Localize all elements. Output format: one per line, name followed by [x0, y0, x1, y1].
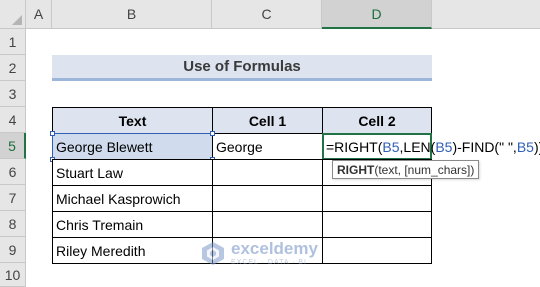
row-header-4[interactable]: 4 [0, 107, 26, 133]
header-cell-text[interactable]: Text [52, 107, 213, 134]
row-header-9[interactable]: 9 [0, 237, 26, 263]
tooltip-function-name[interactable]: RIGHT [337, 163, 374, 177]
select-all-button[interactable] [0, 0, 26, 29]
row-header-1[interactable]: 1 [0, 29, 26, 55]
cell-c7[interactable] [212, 185, 323, 212]
row-header-6[interactable]: 6 [0, 159, 26, 185]
cell-c6[interactable] [212, 159, 323, 186]
column-header-d[interactable]: D [322, 0, 432, 29]
formula-ref-2: B5 [435, 138, 453, 155]
exceldemy-watermark: exceldemy EXCEL · DATA · BI [200, 240, 318, 266]
cell-d8[interactable] [322, 211, 432, 238]
cell-c5[interactable]: George [212, 133, 323, 160]
cell-d9[interactable] [322, 237, 432, 264]
selection-handle-tl[interactable] [50, 131, 55, 136]
row-header-3[interactable]: 3 [0, 81, 26, 107]
cell-b9[interactable]: Riley Meredith [52, 237, 213, 264]
formula-part-1: =RIGHT( [326, 138, 383, 155]
cell-b7[interactable]: Michael Kasprowich [52, 185, 213, 212]
cell-d5-editing[interactable]: =RIGHT(B5,LEN(B5)-FIND(" ",B5)) [322, 133, 540, 160]
cell-b6[interactable]: Stuart Law [52, 159, 213, 186]
cell-c8[interactable] [212, 211, 323, 238]
row-header-10[interactable]: 10 [0, 263, 26, 287]
cell-b8[interactable]: Chris Tremain [52, 211, 213, 238]
tooltip-function-args: (text, [num_chars]) [374, 162, 475, 177]
formula-ref-1: B5 [382, 138, 400, 155]
row-header-7[interactable]: 7 [0, 185, 26, 211]
selection-handle-tr[interactable] [210, 131, 215, 136]
formula-part-2: ,LEN( [399, 138, 436, 155]
column-header-empty [432, 0, 540, 29]
header-cell-cell1[interactable]: Cell 1 [212, 107, 323, 134]
formula-ref-3: B5 [516, 138, 534, 155]
column-header-a[interactable]: A [26, 0, 52, 29]
row-header-2[interactable]: 2 [0, 55, 26, 81]
watermark-name: exceldemy [231, 239, 318, 258]
cell-d7[interactable] [322, 185, 432, 212]
function-tooltip[interactable]: RIGHT (text, [num_chars]) [332, 160, 480, 179]
row-header-8[interactable]: 8 [0, 211, 26, 237]
spreadsheet: A B C D 1 2 3 4 5 6 7 8 9 10 Use of Form… [0, 0, 540, 287]
header-cell-cell2[interactable]: Cell 2 [322, 107, 432, 134]
cell-b5[interactable]: George Blewett [52, 133, 213, 160]
column-header-b[interactable]: B [52, 0, 212, 29]
exceldemy-logo-icon [202, 242, 224, 265]
sheet-title[interactable]: Use of Formulas [52, 55, 432, 81]
watermark-tagline: EXCEL · DATA · BI [231, 259, 307, 266]
select-all-triangle-icon [12, 15, 22, 25]
formula-part-3: )-FIND(" ", [452, 138, 517, 155]
formula-part-4: )) [533, 138, 540, 155]
row-header-5[interactable]: 5 [0, 133, 26, 159]
column-header-c[interactable]: C [212, 0, 322, 29]
